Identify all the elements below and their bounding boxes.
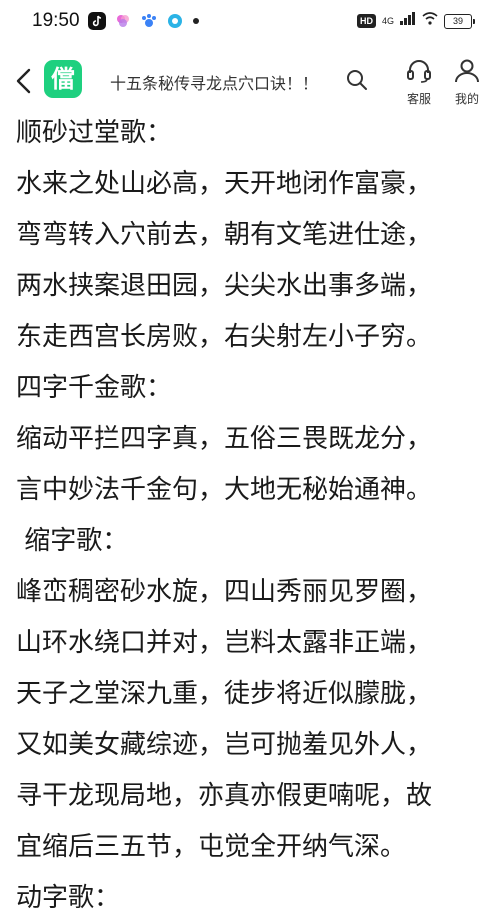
status-bar: 19:50 HD 4G 39 — [0, 0, 500, 44]
customer-service-button[interactable]: 客服 — [398, 58, 440, 107]
text-line: 顺砂过堂歌： — [16, 118, 173, 148]
status-time: 19:50 — [32, 10, 80, 31]
profile-label: 我的 — [454, 92, 479, 106]
search-icon — [347, 70, 367, 90]
text-line: 天子之堂深九重，徒步将近似朦胧， — [16, 679, 433, 709]
back-arrow-icon — [16, 68, 31, 94]
app-logo[interactable]: 儅 — [44, 60, 82, 98]
text-line: 山环水绕口并对，岂料太露非正端， — [16, 628, 433, 658]
wifi-icon — [422, 12, 438, 30]
article-content: 顺砂过堂歌： 水来之处山必高，天开地闭作富豪， 弯弯转入穴前去，朝有文笔进仕途，… — [16, 108, 486, 924]
text-line: 言中妙法千金句，大地无秘始通神。 — [16, 475, 433, 505]
text-line: 弯弯转入穴前去，朝有文笔进仕途， — [16, 220, 433, 250]
text-line: 动字歌： — [16, 883, 121, 913]
text-line: 宜缩后三五节，屯觉全开纳气深。 — [16, 832, 407, 862]
user-icon — [455, 59, 479, 83]
tiktok-icon — [88, 12, 106, 30]
profile-button[interactable]: 我的 — [446, 58, 488, 107]
more-notifications-dot — [193, 18, 199, 24]
text-line: 又如美女藏综迹，岂可抛羞见外人， — [16, 730, 433, 760]
customer-service-label: 客服 — [406, 92, 431, 106]
browser-icon — [166, 12, 184, 30]
paw-icon — [140, 12, 158, 30]
battery-level: 39 — [444, 13, 475, 29]
hd-badge: HD — [356, 14, 376, 28]
network-type: 4G — [381, 16, 394, 26]
text-line: 两水挟案退田园，尖尖水出事多端， — [16, 271, 433, 301]
signal-icon — [400, 12, 416, 30]
page-title: 十五条秘传寻龙点穴口诀！！ — [110, 74, 319, 93]
text-line: 东走西宫长房败，右尖射左小子穷。 — [16, 322, 433, 352]
status-indicators: HD 4G 39 — [356, 12, 475, 30]
app-header: 儅 十五条秘传寻龙点穴口诀！！ 客服 我的 — [0, 52, 500, 110]
text-line: 缩动平拦四字真，五俗三畏既龙分， — [16, 424, 433, 454]
text-line: 水来之处山必高，天开地闭作富豪， — [16, 169, 433, 199]
text-line: 四字千金歌： — [16, 373, 173, 403]
search-button[interactable] — [345, 68, 369, 92]
text-line: 寻干龙现局地，亦真亦假更喃呢，故 — [16, 781, 433, 811]
photos-icon — [114, 12, 132, 30]
text-line: 缩字歌： — [16, 526, 129, 556]
headset-icon — [407, 60, 431, 83]
text-line: 峰峦稠密砂水旋，四山秀丽见罗圈， — [16, 577, 433, 607]
back-button[interactable] — [10, 64, 38, 98]
